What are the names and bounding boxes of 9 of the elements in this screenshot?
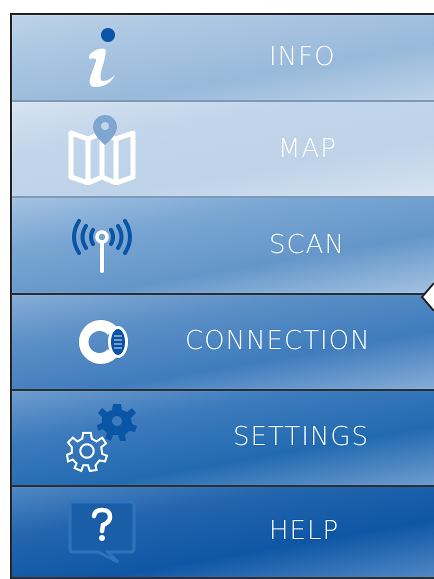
menu-item[interactable]: CONNECTION [12,294,434,391]
antenna-icon [69,217,135,274]
help-icon [68,500,136,564]
pointer-notch [420,283,434,311]
gears-icon [65,402,139,473]
menu-item[interactable]: HELP [12,486,434,579]
menu-item[interactable]: SCAN [12,198,434,295]
menu-item[interactable]: SETTINGS [12,390,434,487]
map-icon [68,113,136,186]
